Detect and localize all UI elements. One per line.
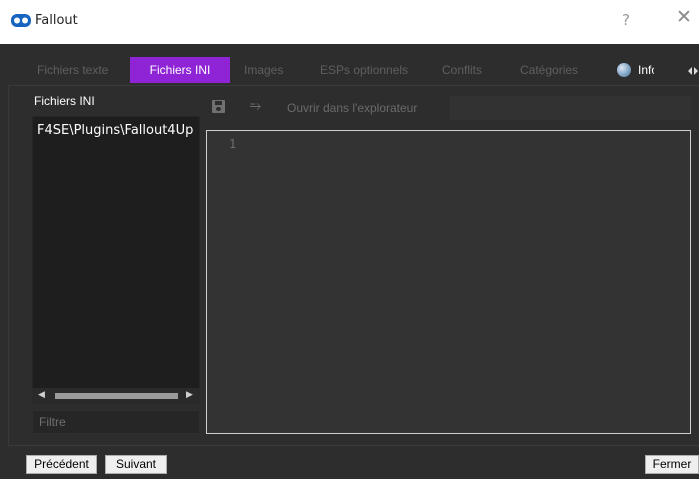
close-button[interactable]: Fermer (645, 455, 699, 474)
tab-fichiers-texte[interactable]: Fichiers texte (37, 57, 108, 83)
word-wrap-icon[interactable]: ⥱ (250, 98, 261, 114)
scroll-right-icon[interactable]: ▶ (186, 390, 193, 400)
scroll-left-icon[interactable]: ◀ (38, 390, 45, 400)
horizontal-scrollbar[interactable]: ◀ ▶ (32, 388, 200, 404)
globe-icon (617, 63, 631, 77)
list-item[interactable]: F4SE\Plugins\Fallout4Up (37, 123, 193, 138)
file-path-field[interactable] (450, 96, 691, 120)
tab-scroll-arrows-icon (688, 67, 698, 75)
ini-editor[interactable]: 1 (206, 130, 691, 434)
tab-images[interactable]: Images (244, 57, 283, 83)
next-button[interactable]: Suivant (105, 455, 167, 474)
scrollbar-thumb[interactable] (55, 393, 178, 399)
ini-files-title: Fichiers INI (34, 94, 95, 108)
save-icon[interactable] (212, 100, 225, 113)
previous-button[interactable]: Précédent (26, 455, 97, 474)
window-title: Fallout (35, 13, 78, 28)
tab-categories[interactable]: Catégories (520, 57, 578, 83)
filter-input[interactable]: Filtre (32, 410, 200, 434)
tab-fichiers-ini[interactable]: Fichiers INI (130, 57, 230, 83)
ini-file-list[interactable]: F4SE\Plugins\Fallout4Up (32, 116, 200, 404)
title-bar: Fallout ? ✕ (0, 0, 699, 44)
app-icon (11, 14, 31, 27)
tab-bar: Fichiers texte Fichiers INI Images ESPs … (26, 57, 699, 83)
close-window-button[interactable]: ✕ (676, 8, 692, 27)
help-button[interactable]: ? (622, 11, 630, 29)
editor-toolbar: ⥱ Ouvrir dans l'explorateur (206, 96, 691, 120)
line-number: 1 (229, 137, 237, 151)
tab-esps-optionnels[interactable]: ESPs optionnels (320, 57, 408, 83)
tab-conflits[interactable]: Conflits (442, 57, 482, 83)
open-in-explorer-button[interactable]: Ouvrir dans l'explorateur (287, 101, 417, 115)
tab-scroll-arrows[interactable] (654, 65, 699, 77)
